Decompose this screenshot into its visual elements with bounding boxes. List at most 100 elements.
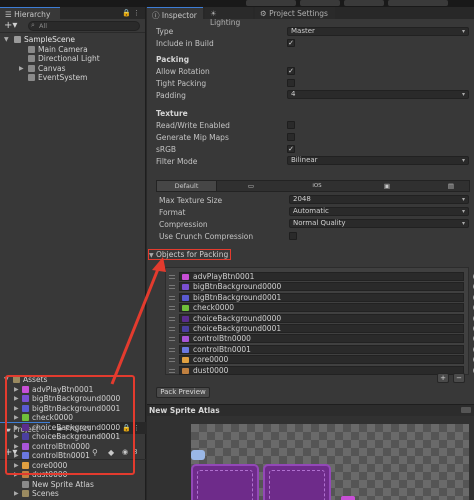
packing-object-row[interactable]: controlBtn0000	[169, 334, 474, 344]
hierarchy-icon: ☰	[5, 10, 12, 19]
drag-handle-icon[interactable]	[169, 285, 175, 290]
drag-handle-icon[interactable]	[169, 358, 175, 363]
tight-packing-checkbox[interactable]	[287, 79, 295, 87]
toolbar-button[interactable]	[300, 0, 340, 6]
read-write-checkbox[interactable]	[287, 121, 295, 129]
monitor-icon[interactable]: ▭	[241, 181, 261, 191]
hierarchy-item-eventsystem[interactable]: EventSystem	[0, 73, 145, 83]
hierarchy-item-canvas[interactable]: ▶ Canvas	[0, 64, 145, 74]
tab-lighting[interactable]: ☀ Lighting	[205, 7, 253, 27]
packing-object-row[interactable]: bigBtnBackground0000	[169, 282, 474, 292]
packing-object-row[interactable]: advPlayBtn0001	[169, 272, 474, 282]
drag-handle-icon[interactable]	[169, 275, 175, 279]
srgb-checkbox[interactable]: ✓	[287, 145, 295, 153]
webgl-icon[interactable]: ▤	[441, 181, 461, 191]
add-button[interactable]: +▾	[4, 20, 17, 31]
item-label: Canvas	[38, 63, 66, 73]
padding-value: 4	[291, 90, 296, 98]
toolbar-button[interactable]	[344, 0, 384, 6]
object-name: core0000	[193, 355, 229, 365]
tab-inspector[interactable]: ⓘ Inspector	[147, 7, 203, 20]
format-label: Format	[159, 208, 186, 217]
sprite-atlas-icon	[22, 480, 29, 488]
atlas-title-label: New Sprite Atlas	[149, 406, 220, 415]
allow-rotation-checkbox[interactable]: ✓	[287, 67, 295, 75]
add-object-button[interactable]: +	[437, 373, 449, 383]
info-icon: ⓘ	[152, 11, 160, 20]
object-field[interactable]: core0000	[179, 355, 464, 365]
lock-icon[interactable]: 🔒	[122, 9, 131, 17]
expand-arrow-icon[interactable]: ▼	[4, 35, 9, 45]
packing-object-row[interactable]: dust0000	[169, 365, 474, 376]
tab-ios[interactable]: iOS	[307, 181, 327, 191]
sprite-atlas-item[interactable]: New Sprite Atlas	[0, 480, 146, 490]
pack-preview-button[interactable]: Pack Preview	[156, 387, 210, 398]
packing-object-row[interactable]: choiceBackground0000	[169, 313, 474, 324]
object-field[interactable]: choiceBackground0000	[179, 313, 464, 323]
type-dropdown[interactable]: Master ▾	[287, 27, 469, 36]
packing-object-row[interactable]: bigBtnBackground0001	[169, 292, 474, 303]
lightbulb-icon: ☀	[210, 9, 217, 18]
packing-object-row[interactable]: core0000	[169, 355, 474, 365]
padding-dropdown[interactable]: 4 ▾	[287, 90, 469, 99]
compression-dropdown[interactable]: Normal Quality ▾	[289, 219, 469, 228]
annotation-highlight-box	[5, 375, 135, 475]
drag-handle-icon[interactable]	[169, 337, 175, 342]
kebab-menu-icon[interactable]: ⋮	[133, 9, 140, 17]
packing-object-row[interactable]: controlBtn0001	[169, 344, 474, 355]
object-name: controlBtn0000	[193, 334, 251, 344]
scenes-folder-item[interactable]: ▶ Scenes	[0, 489, 146, 499]
chevron-down-icon: ▾	[461, 157, 465, 164]
drag-handle-icon[interactable]	[169, 306, 175, 311]
scene-row[interactable]: ▼ SampleScene	[0, 35, 145, 45]
type-label: Type	[156, 27, 174, 36]
drag-handle-icon[interactable]	[169, 295, 175, 300]
object-field[interactable]: controlBtn0001	[179, 344, 464, 354]
choice-background-sprite	[191, 464, 259, 500]
max-texture-size-dropdown[interactable]: 2048 ▾	[289, 195, 469, 204]
object-field[interactable]: choiceBackground0001	[179, 324, 464, 333]
item-label: Directional Light	[38, 54, 100, 63]
tab-project-settings[interactable]: ⚙ Project Settings	[255, 7, 335, 19]
object-field[interactable]: controlBtn0000	[179, 334, 464, 344]
hierarchy-search-input[interactable]: ⌕ All	[28, 21, 140, 31]
object-name: check0000	[193, 303, 235, 313]
tab-default[interactable]: Default	[157, 181, 217, 191]
chevron-down-icon: ▾	[461, 208, 465, 215]
drag-handle-icon[interactable]	[169, 316, 175, 321]
drag-handle-icon[interactable]	[169, 327, 175, 331]
toolbar-button[interactable]	[246, 0, 296, 6]
preview-toggle-icon[interactable]	[461, 407, 471, 413]
packing-object-row[interactable]: check0000	[169, 303, 474, 313]
collapsed-arrow-icon[interactable]: ▶	[19, 64, 24, 74]
type-value: Master	[291, 27, 315, 35]
tab-hierarchy[interactable]: ☰ Hierarchy	[0, 7, 60, 19]
android-icon[interactable]: ▣	[377, 181, 397, 191]
tight-packing-label: Tight Packing	[156, 79, 207, 88]
format-dropdown[interactable]: Automatic ▾	[289, 207, 469, 216]
mipmaps-checkbox[interactable]	[287, 133, 295, 141]
collapsed-arrow-icon[interactable]: ▶	[14, 489, 19, 499]
object-field[interactable]: bigBtnBackground0001	[179, 292, 464, 302]
inspector-tabbar: ⓘ Inspector ☀ Lighting ⚙ Project Setting…	[147, 7, 474, 27]
sprite-thumbnail-icon	[182, 294, 189, 301]
object-field[interactable]: check0000	[179, 303, 464, 313]
sprite-thumbnail-icon	[182, 346, 189, 353]
search-icon: ⌕	[31, 21, 35, 29]
object-field[interactable]: advPlayBtn0001	[179, 272, 464, 281]
compression-label: Compression	[159, 220, 208, 229]
hierarchy-item-directional-light[interactable]: Directional Light	[0, 54, 145, 64]
filter-mode-dropdown[interactable]: Bilinear ▾	[287, 156, 469, 165]
object-field[interactable]: bigBtnBackground0000	[179, 282, 464, 292]
packing-header: Packing	[156, 55, 190, 64]
crunch-compression-checkbox[interactable]	[289, 232, 297, 240]
remove-object-button[interactable]: −	[453, 373, 465, 383]
include-in-build-checkbox[interactable]: ✓	[287, 39, 295, 47]
drag-handle-icon[interactable]	[169, 368, 175, 373]
object-field[interactable]: dust0000	[179, 365, 464, 375]
hierarchy-item-main-camera[interactable]: Main Camera	[0, 45, 145, 55]
atlas-preview-area	[147, 416, 474, 500]
packing-object-row[interactable]: choiceBackground0001	[169, 324, 474, 334]
drag-handle-icon[interactable]	[169, 347, 175, 352]
toolbar-button[interactable]	[388, 0, 448, 6]
